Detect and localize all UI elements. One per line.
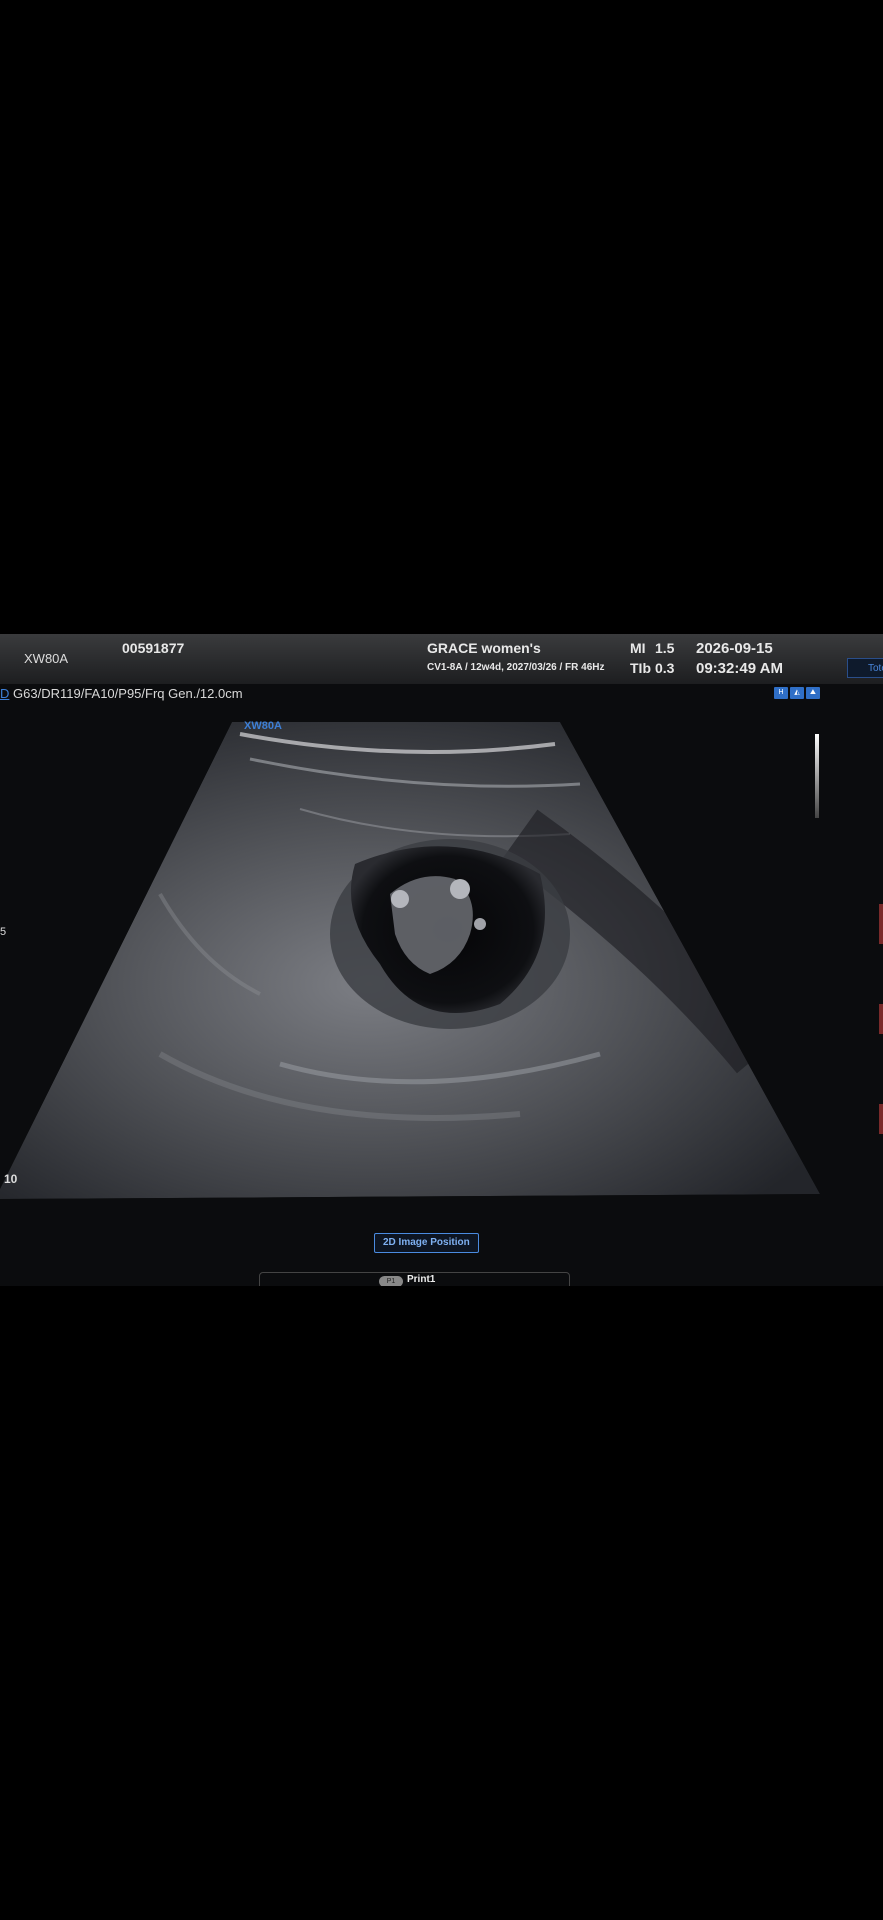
depth-marker: 10	[4, 1172, 18, 1186]
ultrasound-image	[0, 722, 820, 1199]
probe-tag: XW80A	[244, 720, 282, 732]
print-button-label[interactable]: Print1	[407, 1274, 435, 1285]
image-position-button[interactable]: 2D Image Position	[374, 1233, 479, 1253]
scan-sector	[0, 722, 820, 1199]
print-pill[interactable]: P1	[379, 1276, 403, 1286]
right-edge-indicator	[879, 1004, 883, 1034]
right-edge-indicator	[879, 1104, 883, 1134]
right-edge-indicator	[879, 904, 883, 944]
ultrasound-screen: XW80A 00591877 GRACE women's CV1-8A / 12…	[0, 634, 883, 1286]
side-marker: 5	[0, 926, 7, 938]
